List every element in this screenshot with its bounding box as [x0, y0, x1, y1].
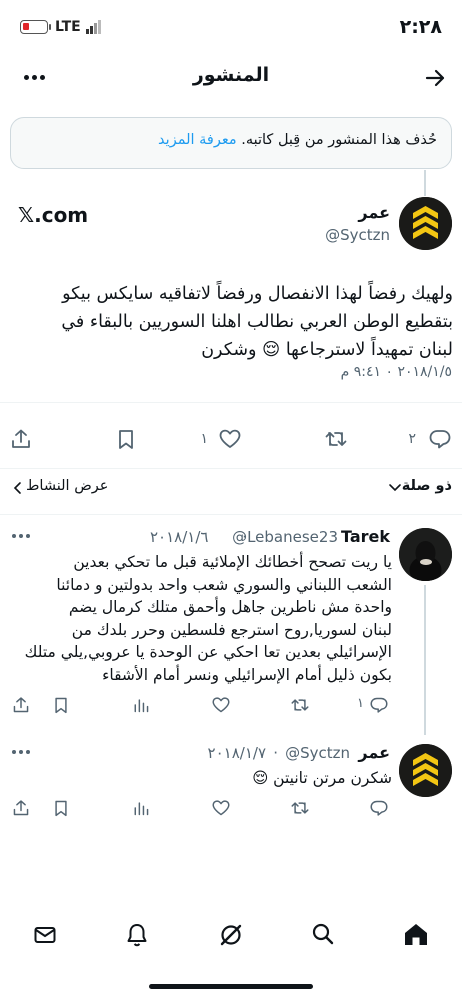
reply-date: ٢٠١٨/١/٦: [150, 528, 209, 546]
relevance-dropdown[interactable]: ذو صلة: [300, 478, 452, 500]
view-activity-link[interactable]: عرض النشاط: [12, 478, 122, 500]
views-icon[interactable]: [132, 696, 150, 714]
reply-icon[interactable]: [369, 696, 389, 714]
repost-icon[interactable]: [290, 799, 310, 817]
bookmark-icon[interactable]: [52, 696, 70, 714]
heart-icon[interactable]: [211, 696, 231, 714]
reply-separator: ·: [273, 744, 278, 762]
reply-item[interactable]: عمر @Syctzn · ٢٠١٨/١/٧ شكرن مرتن تانيتن …: [0, 735, 462, 835]
notifications-icon[interactable]: [125, 922, 149, 948]
reply-separator: ·: [242, 528, 247, 546]
post-text-line: لبنان تمهيداً لاسترجاعها 😌 وشكرن: [201, 340, 453, 360]
reply-count: ٢: [408, 431, 416, 447]
home-icon[interactable]: [403, 922, 429, 947]
activity-label: عرض النشاط: [26, 478, 109, 494]
divider: [0, 402, 462, 403]
post-text-line: بتقطيع الوطن العربي نطالب اهلنا السوريين…: [61, 312, 453, 332]
home-indicator: [149, 984, 313, 989]
learn-more-link[interactable]: معرفة المزيد: [158, 132, 237, 148]
post-text: ولهيك رفضاً لهذا الانفصال ورفضاً لاتفاقي…: [10, 280, 453, 364]
page-title: المنشور: [192, 64, 270, 86]
reply-text: شكرن مرتن تانيتن 😌: [10, 767, 392, 789]
chevron-left-icon: [12, 481, 24, 495]
reply-text-line: يا ريت تصحح أخطائك الإملائية قبل ما تحكي…: [73, 553, 392, 571]
reply-text-line: الشعب اللبناني والسوري شعب واحد بدولتين …: [56, 575, 392, 594]
reply-date: ٢٠١٨/١/٧: [207, 744, 266, 762]
thread-line: [424, 585, 426, 735]
reply-text: يا ريت تصحح أخطائك الإملائية قبل ما تحكي…: [10, 551, 392, 686]
bottom-nav: [0, 905, 462, 965]
avatar[interactable]: [399, 528, 452, 581]
heart-icon[interactable]: [211, 799, 231, 817]
battery-icon: [20, 20, 48, 34]
header: المنشور: [0, 52, 462, 104]
post-timestamp[interactable]: ٢٠١٨/١/٥ ٠ ٩:٤١ م: [200, 364, 452, 380]
reply-icon[interactable]: [369, 799, 389, 817]
network-label: LTE: [55, 19, 81, 35]
share-icon[interactable]: [12, 799, 30, 817]
deleted-notice-text: حُذف هذا المنشور من قِبل كاتبه.: [241, 132, 437, 148]
chevron-down-icon: [388, 480, 402, 494]
repost-icon[interactable]: [290, 696, 310, 714]
reply-header: Tarek @Lebanese23 · ٢٠١٨/١/٦: [150, 527, 390, 549]
divider: [0, 468, 462, 469]
status-bar: LTE ٢:٢٨: [0, 0, 462, 52]
more-options-icon[interactable]: [12, 749, 32, 755]
relevance-label: ذو صلة: [401, 478, 452, 494]
heart-icon[interactable]: [218, 428, 242, 450]
share-icon[interactable]: [12, 696, 30, 714]
back-arrow-icon[interactable]: [424, 67, 446, 89]
author-handle[interactable]: @Syctzn: [240, 226, 390, 244]
reply-author-handle[interactable]: @Syctzn: [285, 744, 350, 762]
reply-text-line: واحدة مش ناطرين جاهل وأحمق متلك كرمال يض…: [68, 598, 392, 616]
reply-text-line: شكرن مرتن تانيتن 😌: [252, 769, 392, 787]
messages-icon[interactable]: [33, 923, 57, 947]
reply-author-handle[interactable]: @Lebanese23: [232, 528, 338, 546]
bookmark-icon[interactable]: [52, 799, 70, 817]
grok-icon[interactable]: [218, 922, 244, 948]
like-count: ١: [200, 431, 208, 447]
repost-icon[interactable]: [324, 428, 348, 450]
thread-line: [424, 170, 426, 196]
reply-count: ١: [357, 696, 364, 711]
deleted-notice: حُذف هذا المنشور من قِبل كاتبه. معرفة ال…: [10, 117, 452, 169]
more-options-icon[interactable]: [24, 74, 48, 82]
source-label[interactable]: 𝕏.com: [18, 203, 88, 227]
reply-author-name[interactable]: Tarek: [341, 527, 390, 546]
share-icon[interactable]: [10, 428, 32, 450]
avatar[interactable]: [399, 744, 452, 797]
status-time: ٢:٢٨: [399, 16, 442, 38]
reply-icon[interactable]: [428, 428, 452, 450]
avatar[interactable]: [399, 197, 452, 250]
reply-header: عمر @Syctzn · ٢٠١٨/١/٧: [150, 743, 390, 765]
views-icon[interactable]: [132, 799, 150, 817]
reply-text-line: لبنان لسوريا,روح استرجع فلسطين وحرر بلدك…: [71, 620, 392, 639]
search-icon[interactable]: [311, 922, 335, 946]
more-options-icon[interactable]: [12, 533, 32, 539]
post-text-line: ولهيك رفضاً لهذا الانفصال ورفضاً لاتفاقي…: [62, 284, 453, 304]
reply-text-line: بكون ذليل أمام الإسرائيلي ونسر أمام الأش…: [102, 665, 392, 684]
author-name[interactable]: عمر: [240, 203, 390, 222]
reply-text-line: الإسرائيلي بعدين تعا احكي عن الوحدة يا ع…: [24, 643, 392, 661]
reply-item[interactable]: Tarek @Lebanese23 · ٢٠١٨/١/٦ يا ريت تصحح…: [0, 515, 462, 735]
reply-author-name[interactable]: عمر: [358, 743, 390, 762]
signal-icon: [86, 20, 102, 34]
bookmark-icon[interactable]: [115, 428, 137, 450]
